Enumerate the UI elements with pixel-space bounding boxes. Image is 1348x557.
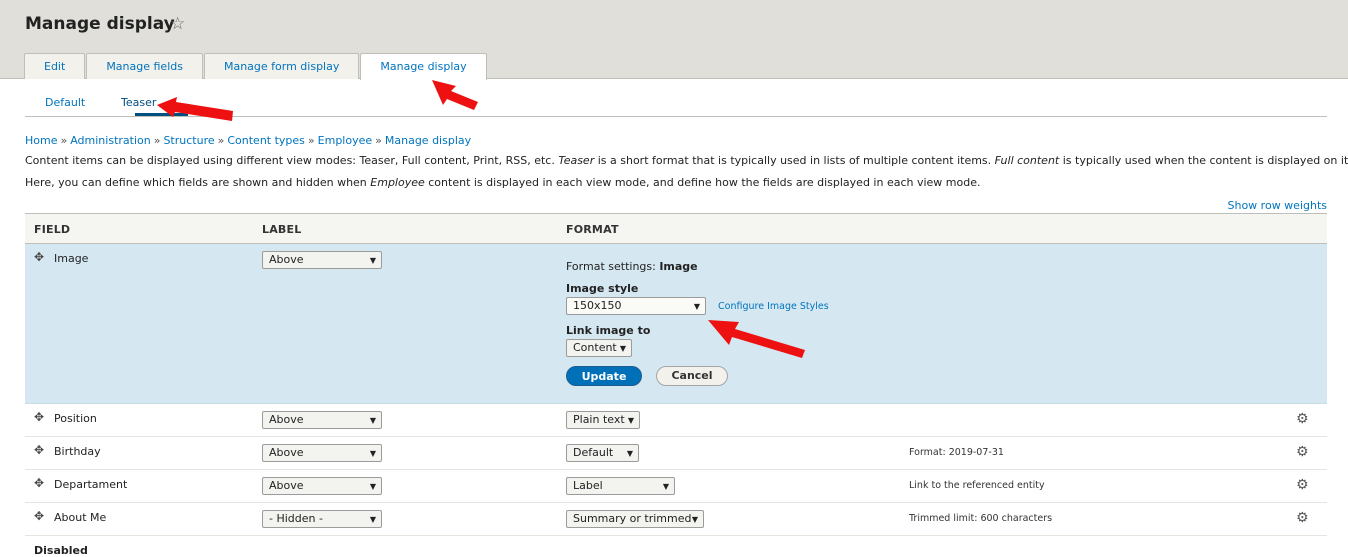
table-row-birthday: ✥ Birthday Above ▼ Default ▼ Format: 2019-… <box>25 437 1327 470</box>
update-button[interactable]: Update <box>566 366 642 386</box>
table-header: FIELD LABEL FORMAT <box>25 213 1327 244</box>
dropdown-arrow-icon: ▼ <box>691 515 698 524</box>
dropdown-arrow-icon: ▼ <box>369 256 376 265</box>
breadcrumb-structure[interactable]: Structure <box>163 134 214 147</box>
dropdown-arrow-icon: ▼ <box>693 302 700 311</box>
annotation-arrow-teaser <box>157 97 233 121</box>
subtab-teaser[interactable]: Teaser <box>121 96 156 109</box>
format-summary: Link to the referenced entity <box>909 480 1045 491</box>
drag-handle-icon[interactable]: ✥ <box>34 410 44 424</box>
dropdown-arrow-icon: ▼ <box>369 416 376 425</box>
image-style-label: Image style <box>566 282 639 295</box>
table-row-departament: ✥ Departament Above ▼ Label ▼ Link to the … <box>25 470 1327 503</box>
link-image-to-select[interactable]: Content ▼ <box>566 339 632 357</box>
breadcrumb-administration[interactable]: Administration <box>70 134 151 147</box>
annotation-arrow-tab <box>432 80 478 110</box>
drag-handle-icon[interactable]: ✥ <box>34 509 44 523</box>
format-settings-title: Format settings: Image <box>566 260 698 273</box>
image-style-select[interactable]: 150x150 ▼ <box>566 297 706 315</box>
format-select[interactable]: Summary or trimmed ▼ <box>566 510 704 528</box>
dropdown-arrow-icon: ▼ <box>619 344 626 353</box>
format-summary: Trimmed limit: 600 characters <box>909 513 1053 524</box>
drag-handle-icon[interactable]: ✥ <box>34 250 44 264</box>
dropdown-arrow-icon: ▼ <box>369 449 376 458</box>
label-select[interactable]: - Hidden - ▼ <box>262 510 382 528</box>
gear-icon[interactable]: ⚙ <box>1296 444 1309 460</box>
cancel-button[interactable]: Cancel <box>656 366 728 386</box>
dropdown-arrow-icon: ▼ <box>662 482 669 491</box>
label-select[interactable]: Above ▼ <box>262 444 382 462</box>
disabled-section-label: Disabled <box>34 544 88 557</box>
annotation-arrow-image-style <box>708 320 805 358</box>
dropdown-arrow-icon: ▼ <box>627 416 634 425</box>
format-select[interactable]: Default ▼ <box>566 444 639 462</box>
dropdown-arrow-icon: ▼ <box>369 482 376 491</box>
page-title: Manage display <box>25 14 175 34</box>
subtab-default[interactable]: Default <box>45 96 85 109</box>
dropdown-arrow-icon: ▼ <box>626 449 633 458</box>
breadcrumb-manage-display[interactable]: Manage display <box>385 134 471 147</box>
label-select[interactable]: Above ▼ <box>262 477 382 495</box>
field-name: Position <box>54 412 97 425</box>
table-row-about-me: ✥ About Me - Hidden - ▼ Summary or trimme… <box>25 503 1327 536</box>
field-name: Image <box>54 252 89 265</box>
drag-handle-icon[interactable]: ✥ <box>34 476 44 490</box>
description-line-1: Content items can be displayed using dif… <box>25 154 1348 167</box>
star-icon[interactable]: ☆ <box>170 14 185 34</box>
label-select[interactable]: Above ▼ <box>262 411 382 429</box>
breadcrumb-home[interactable]: Home <box>25 134 57 147</box>
description-line-2: Here, you can define which fields are sh… <box>25 176 981 189</box>
table-row-image: ✥ Image Above ▼ Format settings: Image Im… <box>25 244 1327 404</box>
configure-image-styles-link[interactable]: Configure Image Styles <box>718 301 829 312</box>
link-image-to-label: Link image to <box>566 324 651 337</box>
show-row-weights-link[interactable]: Show row weights <box>1228 199 1328 212</box>
fields-table: FIELD LABEL FORMAT ✥ Image Above ▼ Format… <box>25 213 1327 536</box>
label-select[interactable]: Above ▼ <box>262 251 382 269</box>
breadcrumb-employee[interactable]: Employee <box>318 134 372 147</box>
table-row-position: ✥ Position Above ▼ Plain text ▼ ⚙ <box>25 404 1327 437</box>
tab-manage-display[interactable]: Manage display <box>360 53 487 80</box>
format-summary: Format: 2019-07-31 <box>909 447 1004 458</box>
format-select[interactable]: Label ▼ <box>566 477 675 495</box>
tab-manage-form-display[interactable]: Manage form display <box>203 53 360 79</box>
dropdown-arrow-icon: ▼ <box>369 515 376 524</box>
header-format: FORMAT <box>566 223 619 236</box>
field-name: Departament <box>54 478 128 491</box>
breadcrumb-content-types[interactable]: Content types <box>227 134 305 147</box>
page-header: Manage display ☆ Edit Manage fields Mana… <box>0 0 1348 80</box>
gear-icon[interactable]: ⚙ <box>1296 477 1309 493</box>
field-name: Birthday <box>54 445 101 458</box>
drag-handle-icon[interactable]: ✥ <box>34 443 44 457</box>
tab-manage-fields[interactable]: Manage fields <box>86 53 203 79</box>
format-select[interactable]: Plain text ▼ <box>566 411 640 429</box>
header-field: FIELD <box>34 223 71 236</box>
gear-icon[interactable]: ⚙ <box>1296 510 1309 526</box>
header-label: LABEL <box>262 223 302 236</box>
breadcrumb: Home» Administration» Structure» Content ty… <box>25 134 472 147</box>
gear-icon[interactable]: ⚙ <box>1296 411 1309 427</box>
field-name: About Me <box>54 511 107 524</box>
tab-edit[interactable]: Edit <box>24 53 86 79</box>
primary-tabs: Edit Manage fields Manage form display M… <box>24 53 488 80</box>
